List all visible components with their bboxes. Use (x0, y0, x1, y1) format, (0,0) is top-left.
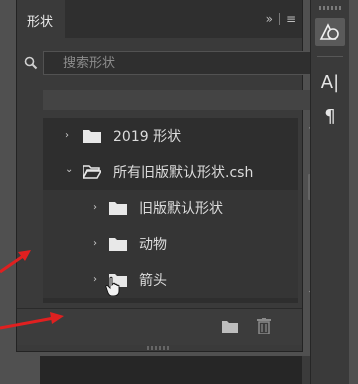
tree-item-label: 旧版默认形状 (139, 201, 223, 217)
search-box (24, 51, 311, 75)
tree-item-arrows[interactable]: › 箭头 (43, 262, 298, 298)
trash-icon[interactable] (257, 318, 271, 334)
tree-item-legacy-default-csh[interactable]: ⌄ 所有旧版默认形状.csh (43, 154, 298, 190)
panel-header-controls: » ≡ (266, 12, 296, 26)
paragraph-panel-button[interactable]: ¶ (315, 102, 345, 130)
chevron-down-icon[interactable]: ⌄ (65, 164, 75, 175)
dock-grip[interactable] (319, 6, 341, 10)
panel-resize-grip[interactable] (147, 346, 171, 350)
shape-preview-strip (43, 90, 313, 110)
tree-item-label: 2019 形状 (113, 129, 182, 145)
character-panel-button[interactable]: A| (315, 68, 345, 96)
folder-icon (83, 130, 101, 143)
tree-item-label: 动物 (139, 237, 167, 253)
header-separator (278, 13, 280, 25)
search-input[interactable] (44, 52, 310, 74)
folder-icon (109, 238, 127, 251)
collapse-panel-icon[interactable]: » (266, 12, 273, 26)
shapes-panel-button[interactable] (315, 18, 345, 46)
search-icon (24, 56, 38, 70)
new-group-folder-icon[interactable] (222, 321, 238, 333)
tree-item-2019-shapes[interactable]: › 2019 形状 (43, 118, 298, 154)
shapes-panel: 形状 » ≡ › 2019 形状 ⌄ (16, 0, 316, 352)
chevron-right-icon[interactable]: › (93, 274, 103, 285)
tab-shapes-label: 形状 (27, 15, 54, 30)
hand-cursor-icon (105, 276, 120, 296)
shapes-tree: › 2019 形状 ⌄ 所有旧版默认形状.csh › 旧版默认形状 › 动物 ›… (43, 118, 298, 303)
document-canvas-edge (40, 356, 302, 384)
annotation-arrow-icon (0, 312, 64, 330)
chevron-right-icon[interactable]: › (65, 130, 75, 141)
tree-item-label: 所有旧版默认形状.csh (113, 165, 254, 181)
tree-item-animals[interactable]: › 动物 (43, 226, 298, 262)
chevron-right-icon[interactable]: › (93, 202, 103, 213)
paragraph-icon: ¶ (324, 105, 336, 127)
tab-shapes[interactable]: 形状 (17, 0, 65, 38)
dock-divider (317, 56, 343, 57)
annotation-arrow-icon (0, 250, 31, 274)
panel-dock-strip: A| ¶ (310, 0, 349, 384)
character-icon: A| (320, 71, 340, 93)
shapes-icon (319, 23, 339, 40)
folder-icon (109, 202, 127, 215)
panel-menu-icon[interactable]: ≡ (286, 12, 296, 26)
tree-item-legacy-default-shapes[interactable]: › 旧版默认形状 (43, 190, 298, 226)
panel-header: 形状 » ≡ (17, 0, 302, 38)
open-folder-icon (83, 165, 101, 179)
tree-item-label: 箭头 (139, 273, 167, 289)
chevron-right-icon[interactable]: › (93, 238, 103, 249)
